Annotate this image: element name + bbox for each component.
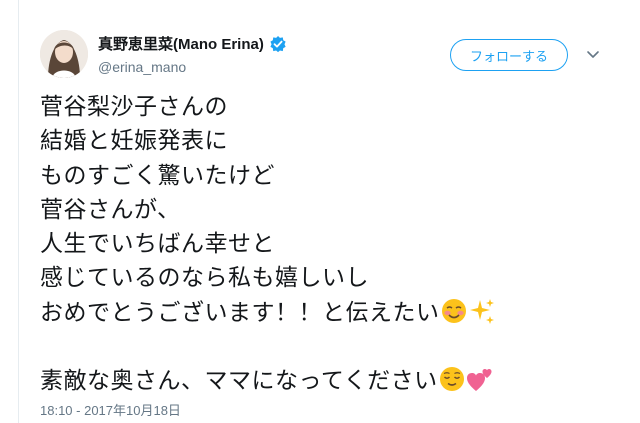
- tweet-line: 人生でいちばん幸せと: [40, 231, 275, 258]
- tweet-line: 菅谷梨沙子さんの: [40, 94, 228, 120]
- tweet-line: 感じているのなら私も嬉しいし: [40, 265, 369, 292]
- relieved-face-emoji-icon: [438, 365, 466, 393]
- sparkles-emoji-icon: [468, 297, 496, 325]
- follow-button[interactable]: フォローする: [450, 39, 568, 71]
- tweet-line-with-emoji: おめでとうございます！！と伝えたい: [40, 296, 620, 330]
- tweet-line: 結婚と妊娠発表に: [40, 128, 228, 155]
- tweet-line: [40, 330, 620, 364]
- tweet-line: ものすごく驚いたけど: [40, 162, 275, 189]
- two-hearts-emoji-icon: [466, 365, 494, 393]
- name-row: 真野恵里菜(Mano Erina): [98, 33, 287, 54]
- chevron-down-icon[interactable]: [585, 46, 601, 62]
- avatar-image: [40, 30, 88, 78]
- tweet-timestamp[interactable]: 18:10 - 2017年10月18日: [40, 400, 181, 419]
- user-handle[interactable]: @erina_mano: [98, 59, 186, 75]
- tweet-line-text: 素敵な奥さん、ママになってください: [40, 368, 438, 395]
- verified-badge-icon: [269, 35, 287, 53]
- tweet-line: 菅谷さんが、: [40, 196, 181, 223]
- tweet-text: 菅谷梨沙子さんの 結婚と妊娠発表に ものすごく驚いたけど 菅谷さんが、 人生でい…: [40, 90, 620, 399]
- smiling-blush-emoji-icon: [440, 297, 468, 325]
- tweet-line-text: おめでとうございます！！と伝えたい: [40, 299, 440, 326]
- tweet-line-with-emoji: 素敵な奥さん、ママになってください: [40, 364, 620, 398]
- avatar[interactable]: [40, 30, 88, 78]
- display-name[interactable]: 真野恵里菜(Mano Erina): [98, 33, 264, 54]
